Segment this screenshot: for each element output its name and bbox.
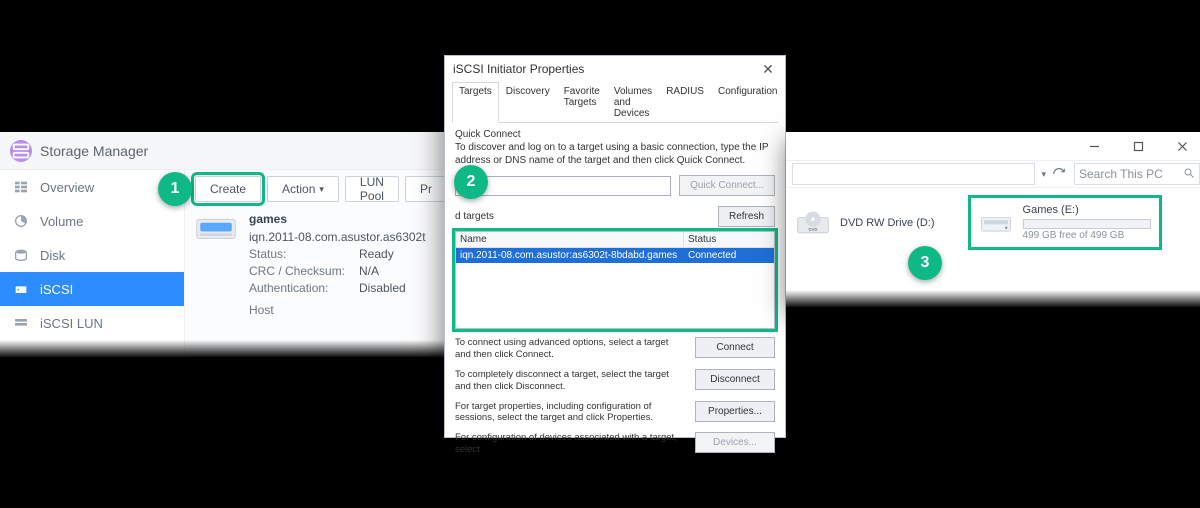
storage-manager-sidebar: Overview Volume Disk iSCSI: [0, 170, 185, 357]
properties-button[interactable]: Properties...: [695, 401, 775, 422]
help-properties: For target properties, including configu…: [455, 401, 685, 425]
iscsi-titlebar: iSCSI Initiator Properties ✕: [445, 56, 785, 82]
step-badge-2: 2: [454, 165, 488, 199]
refresh-button[interactable]: Refresh: [718, 206, 775, 227]
create-button[interactable]: Create: [195, 176, 261, 202]
action-button-label: Action: [282, 182, 315, 196]
storage-manager-titlebar: Storage Manager: [0, 132, 450, 170]
help-devices: For configuration of devices associated …: [455, 432, 685, 456]
tab-favorite-targets[interactable]: Favorite Targets: [557, 82, 607, 123]
drive-games-label: Games (E:): [1023, 204, 1151, 216]
lun-pool-button[interactable]: LUN Pool: [345, 176, 399, 202]
iscsi-title: iSCSI Initiator Properties: [453, 62, 584, 76]
col-status: Status: [684, 232, 774, 247]
target-name-cell: iqn.2011-08.com.asustor:as6302t-8bdabd.g…: [456, 248, 684, 263]
lun-iqn: iqn.2011-08.com.asustor.as6302t: [249, 230, 426, 244]
sidebar-item-volume[interactable]: Volume: [0, 204, 184, 238]
quick-connect-header: Quick Connect: [455, 129, 775, 140]
target-status-cell: Connected: [684, 248, 774, 263]
lun-status-key: Status:: [249, 247, 359, 261]
sidebar-item-overview[interactable]: Overview: [0, 170, 184, 204]
explorer-body: DVD DVD RW Drive (D:) Games (E:) 499 GB …: [786, 188, 1200, 257]
minimize-icon[interactable]: [1074, 133, 1114, 159]
lun-auth-value: Disabled: [359, 281, 406, 295]
close-icon[interactable]: [1162, 133, 1200, 159]
svg-text:DVD: DVD: [809, 227, 818, 232]
sidebar-item-disk[interactable]: Disk: [0, 238, 184, 272]
devices-button[interactable]: Devices...: [695, 432, 775, 453]
explorer-search-input[interactable]: Search This PC: [1074, 163, 1200, 185]
table-row[interactable]: iqn.2011-08.com.asustor:as6302t-8bdabd.g…: [456, 248, 774, 263]
explorer-window: ▾ Search This PC DVD DVD RW Drive (D:) G…: [786, 132, 1200, 307]
tab-discovery[interactable]: Discovery: [499, 82, 557, 123]
overview-icon: [12, 178, 30, 196]
lun-auth-key: Authentication:: [249, 281, 359, 295]
storage-manager-main: Create Action ▾ LUN Pool Pr games iqn.20…: [185, 170, 450, 357]
tab-configuration[interactable]: Configuration: [711, 82, 784, 123]
explorer-address-row: ▾ Search This PC: [786, 160, 1200, 188]
drive-games[interactable]: Games (E:) 499 GB free of 499 GB: [975, 202, 1155, 243]
explorer-titlebar: [786, 132, 1200, 160]
lun-status-value: Ready: [359, 247, 394, 261]
help-disconnect: To completely disconnect a target, selec…: [455, 369, 685, 393]
col-name: Name: [456, 232, 684, 247]
disconnect-button[interactable]: Disconnect: [695, 369, 775, 390]
drive-dvd-label: DVD RW Drive (D:): [840, 217, 935, 229]
sidebar-item-label: iSCSI: [40, 282, 73, 297]
tab-radius[interactable]: RADIUS: [659, 82, 711, 123]
lun-detail: games iqn.2011-08.com.asustor.as6302t St…: [185, 212, 450, 317]
lun-name: games: [249, 212, 426, 226]
storage-manager-window: Storage Manager Overview Volume Disk: [0, 132, 450, 357]
drive-games-capacity-bar: [1023, 219, 1151, 229]
step-badge-3: 3: [908, 246, 942, 280]
drive-dvd[interactable]: DVD DVD RW Drive (D:): [796, 202, 935, 243]
quick-connect-button[interactable]: Quick Connect...: [679, 175, 775, 196]
connect-button[interactable]: Connect: [695, 337, 775, 358]
chevron-down-icon: ▾: [319, 184, 324, 195]
drive-games-sub: 499 GB free of 499 GB: [1023, 230, 1151, 241]
chevron-down-icon[interactable]: ▾: [1041, 169, 1046, 180]
quick-connect-section: Quick Connect To discover and log on to …: [455, 129, 775, 196]
table-header: Name Status: [456, 232, 774, 248]
sidebar-item-label: Overview: [40, 180, 94, 195]
action-button[interactable]: Action ▾: [267, 176, 339, 202]
sidebar-item-label: Disk: [40, 248, 65, 263]
iscsi-icon: [12, 280, 30, 298]
maximize-icon[interactable]: [1118, 133, 1158, 159]
sidebar-item-label: Volume: [40, 214, 83, 229]
help-connect: To connect using advanced options, selec…: [455, 337, 685, 361]
storage-manager-toolbar: Create Action ▾ LUN Pool Pr: [185, 176, 450, 212]
pr-button[interactable]: Pr: [405, 176, 447, 202]
tab-targets[interactable]: Targets: [452, 82, 499, 123]
explorer-address-input[interactable]: [792, 163, 1035, 185]
volume-icon: [12, 212, 30, 230]
iscsi-initiator-window: iSCSI Initiator Properties ✕ Targets Dis…: [444, 55, 786, 438]
iscsi-lun-icon: [12, 314, 30, 332]
step-badge-1: 1: [158, 172, 192, 206]
tab-volumes-devices[interactable]: Volumes and Devices: [607, 82, 659, 123]
close-icon[interactable]: ✕: [759, 61, 777, 78]
lun-drive-icon: [195, 214, 237, 248]
refresh-icon[interactable]: [1050, 165, 1068, 183]
search-icon: [1183, 167, 1195, 182]
lun-crc-key: CRC / Checksum:: [249, 264, 359, 278]
dvd-drive-icon: DVD: [796, 209, 830, 237]
iscsi-tabs: Targets Discovery Favorite Targets Volum…: [452, 82, 778, 123]
discovered-targets-label: d targets: [455, 211, 494, 222]
disk-icon: [12, 246, 30, 264]
storage-manager-title: Storage Manager: [40, 143, 148, 159]
discovered-targets-list[interactable]: Name Status iqn.2011-08.com.asustor:as63…: [455, 231, 775, 329]
storage-manager-logo-icon: [10, 140, 32, 162]
sidebar-item-label: iSCSI LUN: [40, 316, 103, 331]
hard-drive-icon: [979, 209, 1013, 237]
sidebar-item-iscsi[interactable]: iSCSI: [0, 272, 184, 306]
lun-host-key: Host: [249, 303, 426, 317]
lun-crc-value: N/A: [359, 264, 379, 278]
quick-connect-desc: To discover and log on to a target using…: [455, 142, 775, 167]
sidebar-item-iscsi-lun[interactable]: iSCSI LUN: [0, 306, 184, 340]
search-placeholder: Search This PC: [1079, 167, 1163, 181]
